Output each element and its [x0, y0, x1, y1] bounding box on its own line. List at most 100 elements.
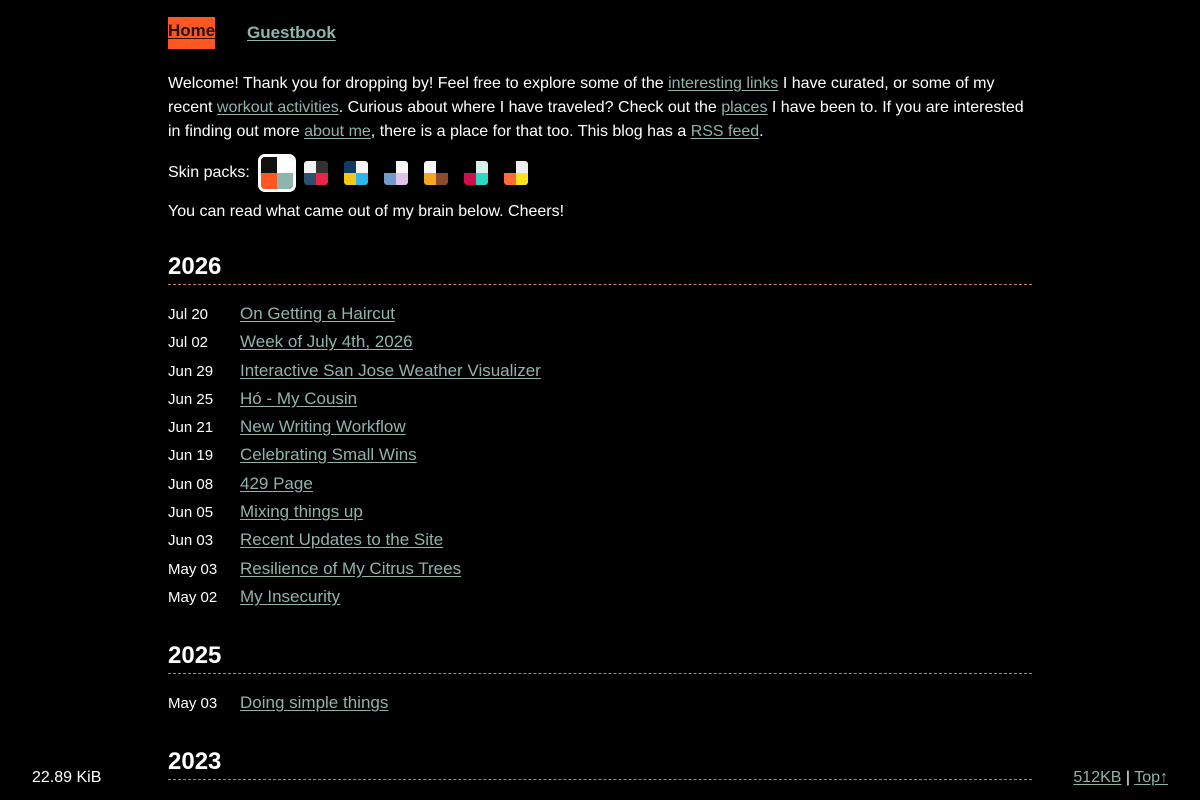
post-title-link[interactable]: On Getting a Haircut	[240, 304, 395, 324]
year-heading: 2023	[168, 748, 1032, 780]
places-link[interactable]: places	[721, 99, 767, 116]
post-date: Jun 25	[168, 390, 214, 408]
swatch-color	[503, 173, 516, 185]
skin-pack-swatch[interactable]	[383, 161, 408, 185]
rss-feed-link[interactable]: RSS feed	[691, 123, 759, 140]
intro-text-1: Welcome! Thank you for dropping by! Feel…	[168, 75, 669, 92]
footer-right: 512KB | Top↑	[1073, 766, 1168, 790]
year-section: 2023	[168, 748, 1032, 799]
post-date: Jun 05	[168, 504, 214, 522]
post-date: May 03	[168, 560, 218, 578]
post-title-link[interactable]: Resilience of My Citrus Trees	[240, 559, 461, 579]
post-date: Jul 02	[168, 334, 209, 352]
post-title-link[interactable]: Interactive San Jose Weather Visualizer	[240, 361, 541, 381]
workout-activities-link[interactable]: workout activities	[217, 99, 339, 116]
post-list: May 03 Doing simple things	[168, 693, 1032, 721]
intro-text-3: . Curious about where I have traveled? C…	[338, 99, 722, 116]
skin-pack-list	[257, 154, 544, 192]
year-section: 2025 May 03 Doing simple things	[168, 642, 1032, 721]
post-item: May 03 Doing simple things	[168, 693, 1032, 721]
post-date: Jun 19	[168, 447, 214, 465]
swatch-color	[395, 161, 408, 173]
post-item: Jun 21 New Writing Workflow	[168, 417, 1032, 445]
post-item: Jul 02 Week of July 4th, 2026	[168, 332, 1032, 360]
swatch-color	[303, 161, 316, 173]
post-item: Jun 05 Mixing things up	[168, 502, 1032, 530]
swatch-color	[303, 173, 316, 185]
year-heading: 2026	[168, 253, 1032, 285]
swatch-color	[463, 161, 476, 173]
post-title-link[interactable]: Week of July 4th, 2026	[240, 332, 413, 352]
swatch-color	[383, 161, 396, 173]
post-item: Jun 19 Celebrating Small Wins	[168, 445, 1032, 473]
swatch-color	[343, 161, 356, 173]
skin-packs-label: Skin packs:	[168, 164, 250, 181]
post-item: Jun 29 Interactive San Jose Weather Visua…	[168, 361, 1032, 389]
swatch-color	[383, 173, 396, 185]
outro-text: You can read what came out of my brain b…	[168, 203, 565, 220]
swatch-color	[355, 161, 368, 173]
swatch-color	[395, 173, 408, 185]
swatch-color	[515, 161, 528, 173]
swatch-color	[315, 161, 328, 173]
skin-pack-swatch[interactable]	[463, 161, 488, 185]
year-heading: 2025	[168, 642, 1032, 674]
intro-text-5: , there is a place for that too. This bl…	[370, 123, 691, 140]
skin-pack-swatch[interactable]	[257, 154, 296, 192]
post-title-link[interactable]: New Writing Workflow	[240, 417, 406, 437]
skin-pack-swatch[interactable]	[343, 161, 368, 185]
swatch-color	[503, 161, 516, 173]
post-date: Jun 08	[168, 475, 214, 493]
swatch-color	[435, 173, 448, 185]
post-item: Jun 03 Recent Updates to the Site	[168, 530, 1032, 558]
swatch-color	[463, 173, 476, 185]
post-date: Jun 21	[168, 419, 214, 437]
nav-home-link[interactable]: Home	[168, 16, 215, 49]
post-date: Jun 03	[168, 532, 214, 550]
intro-text-6: .	[759, 123, 764, 140]
page-size-label: 22.89 KiB	[32, 769, 102, 786]
skin-pack-swatch[interactable]	[423, 161, 448, 185]
post-title-link[interactable]: Doing simple things	[240, 693, 388, 713]
swatch-color	[343, 173, 356, 185]
skin-pack-swatch[interactable]	[303, 161, 328, 185]
swatch-color	[276, 157, 293, 173]
footer-separator: |	[1121, 769, 1135, 786]
top-nav: Home Guestbook	[168, 16, 336, 49]
post-item: Jul 20 On Getting a Haircut	[168, 304, 1032, 332]
post-title-link[interactable]: Mixing things up	[240, 502, 363, 522]
interesting-links-link[interactable]: interesting links	[668, 75, 778, 92]
post-title-link[interactable]: Recent Updates to the Site	[240, 530, 443, 550]
swatch-color	[515, 173, 528, 185]
nav-guestbook-link[interactable]: Guestbook	[247, 23, 336, 43]
skin-pack-swatch[interactable]	[503, 161, 528, 185]
post-item: May 03 Resilience of My Citrus Trees	[168, 559, 1032, 587]
swatch-color	[276, 173, 293, 189]
swatch-color	[423, 161, 436, 173]
swatch-color	[260, 173, 277, 189]
512kb-club-link[interactable]: 512KB	[1073, 769, 1121, 786]
year-section: 2026 Jul 20 On Getting a Haircut Jul 02 Week…	[168, 253, 1032, 615]
post-item: Jun 25 Hó - My Cousin	[168, 389, 1032, 417]
post-title-link[interactable]: Celebrating Small Wins	[240, 445, 417, 465]
swatch-color	[260, 157, 277, 173]
post-title-link[interactable]: My Insecurity	[240, 587, 340, 607]
back-to-top-link[interactable]: Top↑	[1134, 769, 1168, 786]
post-date: May 02	[168, 588, 218, 606]
swatch-color	[423, 173, 436, 185]
about-me-link[interactable]: about me	[304, 123, 371, 140]
post-list: Jul 20 On Getting a Haircut Jul 02 Week of …	[168, 304, 1032, 615]
post-date: Jul 20	[168, 306, 209, 323]
post-item: May 02 My Insecurity	[168, 587, 1032, 615]
intro-paragraph: Welcome! Thank you for dropping by! Feel…	[168, 72, 1032, 144]
post-date: Jun 29	[168, 362, 214, 380]
swatch-color	[475, 161, 488, 173]
swatch-color	[475, 173, 488, 185]
swatch-color	[315, 173, 328, 185]
skin-pack-selector: Skin packs:	[168, 153, 544, 193]
post-title-link[interactable]: 429 Page	[240, 474, 313, 494]
swatch-color	[435, 161, 448, 173]
swatch-color	[355, 173, 368, 185]
post-title-link[interactable]: Hó - My Cousin	[240, 389, 357, 409]
post-date: May 03	[168, 695, 218, 712]
